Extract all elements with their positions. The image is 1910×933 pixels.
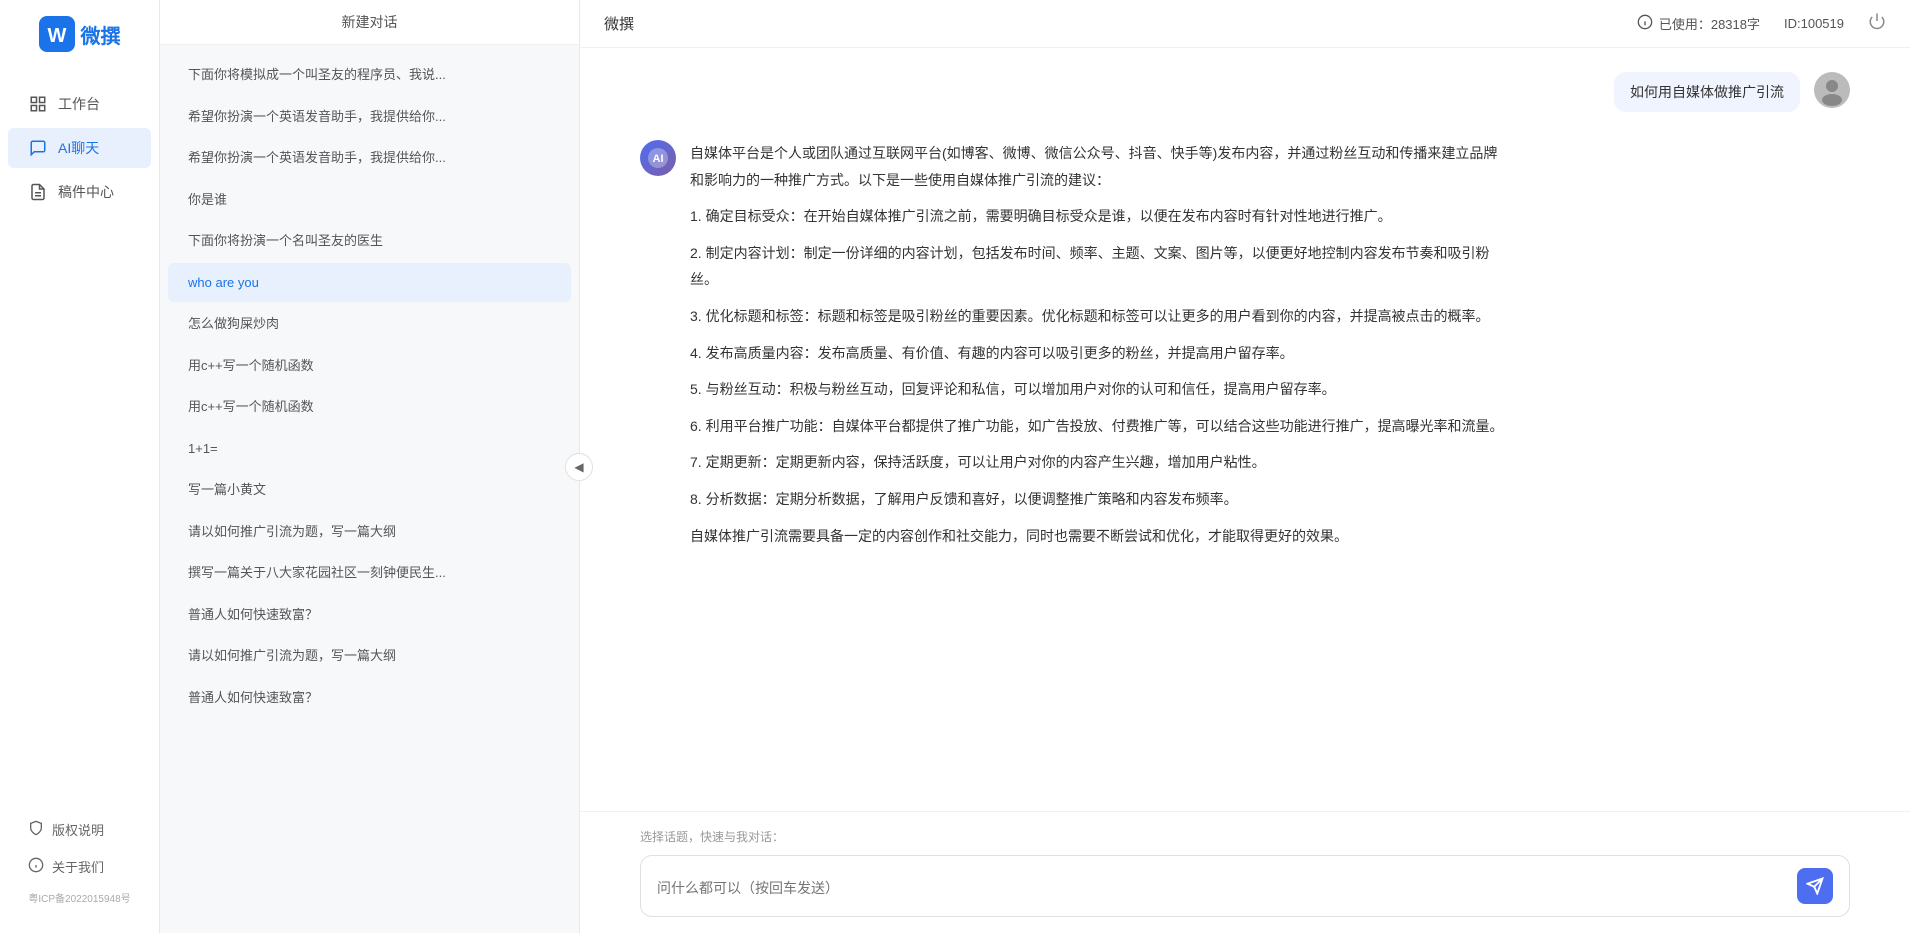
shield-icon: [28, 820, 44, 839]
chat-list-item[interactable]: 用c++写一个随机函数: [168, 387, 571, 427]
top-bar: 微撰 已使用：28318字 ID:100519: [580, 0, 1910, 48]
input-box: [640, 855, 1850, 917]
middle-panel: 新建对话 下面你将模拟成一个叫圣友的程序员、我说...希望你扮演一个英语发音助手…: [160, 0, 580, 933]
chat-list-item[interactable]: 1+1=: [168, 429, 571, 469]
sidebar-item-about[interactable]: 关于我们: [8, 849, 151, 884]
sidebar-item-workbench[interactable]: 工作台: [8, 84, 151, 124]
user-message-row: 如何用自媒体做推广引流: [640, 72, 1850, 112]
info-circle-icon: [28, 857, 44, 876]
id-label: ID:100519: [1784, 16, 1844, 31]
logo-icon: W: [39, 16, 75, 52]
main-content: 微撰 已使用：28318字 ID:100519: [580, 0, 1910, 933]
user-avatar: [1814, 72, 1850, 108]
chat-list-item[interactable]: 请以如何推广引流为题，写一篇大纲: [168, 636, 571, 676]
chat-list-item[interactable]: 你是谁: [168, 180, 571, 220]
user-message-content: 如何用自媒体做推广引流: [1614, 72, 1800, 112]
chat-list-item[interactable]: 普通人如何快速致富？: [168, 678, 571, 718]
new-chat-button[interactable]: 新建对话: [160, 0, 579, 45]
messages-area: 如何用自媒体做推广引流 AI 自媒体平台是个人或团队通过互联网平台(如博客、微博…: [580, 48, 1910, 811]
sidebar-item-workbench-label: 工作台: [58, 94, 100, 114]
logo-text: 微撰: [81, 20, 121, 49]
chat-list-item[interactable]: 请以如何推广引流为题，写一篇大纲: [168, 512, 571, 552]
icp-text: 粤ICP备2022015948号: [0, 886, 159, 909]
collapse-button[interactable]: ◀: [565, 453, 593, 481]
nav-items: 工作台 AI聊天 稿件中心: [0, 84, 159, 812]
usage-label: 已使用：28318字: [1659, 14, 1760, 33]
chat-list-item[interactable]: who are you: [168, 263, 571, 303]
ai-message-content: 自媒体平台是个人或团队通过互联网平台(如博客、微博、微信公众号、抖音、快手等)发…: [690, 140, 1510, 559]
chat-list: 下面你将模拟成一个叫圣友的程序员、我说...希望你扮演一个英语发音助手，我提供给…: [160, 45, 579, 933]
chat-list-item[interactable]: 希望你扮演一个英语发音助手，我提供给你...: [168, 97, 571, 137]
input-area: 选择话题，快速与我对话：: [580, 811, 1910, 933]
message-input[interactable]: [657, 878, 1787, 894]
sidebar-item-drafts[interactable]: 稿件中心: [8, 172, 151, 212]
chat-list-item[interactable]: 用c++写一个随机函数: [168, 346, 571, 386]
chat-list-item[interactable]: 普通人如何快速致富？: [168, 595, 571, 635]
sidebar-item-drafts-label: 稿件中心: [58, 182, 114, 202]
chat-list-item[interactable]: 下面你将扮演一个名叫圣友的医生: [168, 221, 571, 261]
usage-stat: 已使用：28318字: [1637, 14, 1760, 33]
sidebar: W 微撰 工作台 AI聊天: [0, 0, 160, 933]
svg-text:W: W: [47, 25, 66, 47]
send-button[interactable]: [1797, 868, 1833, 904]
power-icon[interactable]: [1868, 12, 1886, 35]
sidebar-item-about-label: 关于我们: [52, 857, 104, 876]
svg-text:AI: AI: [653, 153, 664, 165]
ai-message-row: AI 自媒体平台是个人或团队通过互联网平台(如博客、微博、微信公众号、抖音、快手…: [640, 140, 1850, 559]
document-icon: [28, 182, 48, 202]
sidebar-item-ai-chat[interactable]: AI聊天: [8, 128, 151, 168]
sidebar-item-copyright[interactable]: 版权说明: [8, 812, 151, 847]
logo-area: W 微撰: [23, 16, 137, 52]
topbar-right: 已使用：28318字 ID:100519: [1637, 12, 1886, 35]
chat-list-item[interactable]: 写一篇小黄文: [168, 470, 571, 510]
chat-list-item[interactable]: 怎么做狗屎炒肉: [168, 304, 571, 344]
topbar-title: 微撰: [604, 13, 634, 34]
chat-icon: [28, 138, 48, 158]
sidebar-bottom: 版权说明 关于我们 粤ICP备2022015948号: [0, 812, 159, 917]
quick-prompts-label: 选择话题，快速与我对话：: [640, 828, 1850, 845]
info-icon: [1637, 14, 1653, 33]
chat-list-item[interactable]: 撰写一篇关于八大家花园社区一刻钟便民生...: [168, 553, 571, 593]
ai-avatar: AI: [640, 140, 676, 176]
chat-list-item[interactable]: 希望你扮演一个英语发音助手，我提供给你...: [168, 138, 571, 178]
chat-list-item[interactable]: 下面你将模拟成一个叫圣友的程序员、我说...: [168, 55, 571, 95]
grid-icon: [28, 94, 48, 114]
sidebar-item-copyright-label: 版权说明: [52, 820, 104, 839]
sidebar-item-ai-chat-label: AI聊天: [58, 138, 99, 158]
